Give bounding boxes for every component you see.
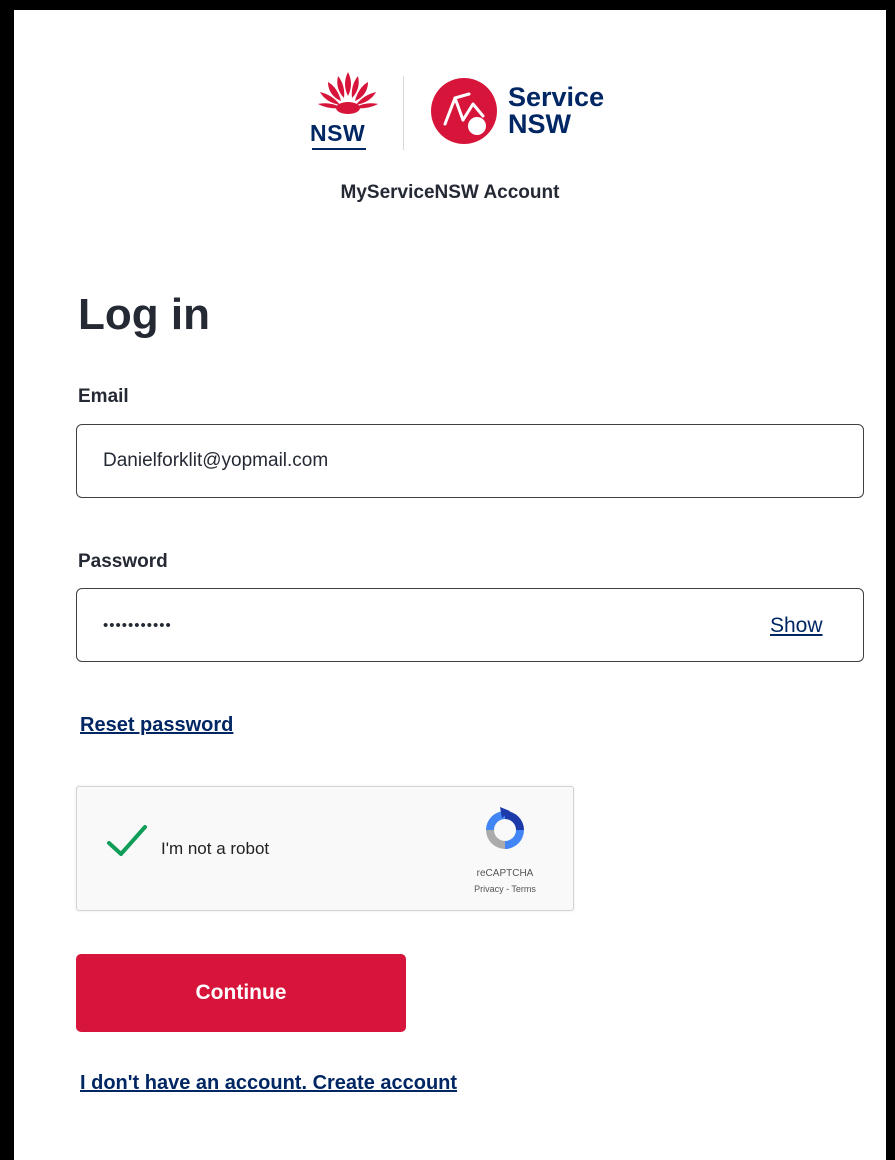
- login-page: NSW Service NSW MyServiceNSW Account Log…: [14, 10, 886, 1160]
- password-field[interactable]: [76, 588, 864, 662]
- logo-divider: [403, 76, 404, 150]
- checkmark-icon[interactable]: [105, 823, 149, 859]
- recaptcha-privacy-terms[interactable]: Privacy - Terms: [453, 884, 557, 894]
- reset-password-link[interactable]: Reset password: [80, 714, 233, 737]
- service-nsw-logo-text: Service NSW: [508, 84, 604, 138]
- show-password-button[interactable]: Show: [770, 614, 823, 638]
- recaptcha-brand: reCAPTCHA: [476, 868, 534, 879]
- email-field[interactable]: [76, 424, 864, 498]
- service-nsw-logo-line2: NSW: [508, 109, 571, 139]
- nsw-logo-underline: [312, 148, 366, 150]
- password-label: Password: [78, 551, 168, 572]
- recaptcha-label: I'm not a robot: [161, 839, 270, 858]
- email-label: Email: [78, 386, 129, 407]
- create-account-link[interactable]: I don't have an account. Create account: [80, 1072, 457, 1095]
- service-nsw-logo-line1: Service: [508, 82, 605, 112]
- brand-header: NSW Service NSW: [14, 68, 886, 160]
- nsw-logo-text: NSW: [310, 120, 366, 146]
- recaptcha-widget: I'm not a robot reCAPTCHA Privacy - Term…: [76, 786, 574, 911]
- continue-button[interactable]: Continue: [76, 954, 406, 1032]
- recaptcha-icon: [486, 807, 524, 849]
- account-title: MyServiceNSW Account: [340, 182, 560, 203]
- page-title: Log in: [78, 290, 210, 339]
- service-nsw-circle-icon: [431, 78, 497, 144]
